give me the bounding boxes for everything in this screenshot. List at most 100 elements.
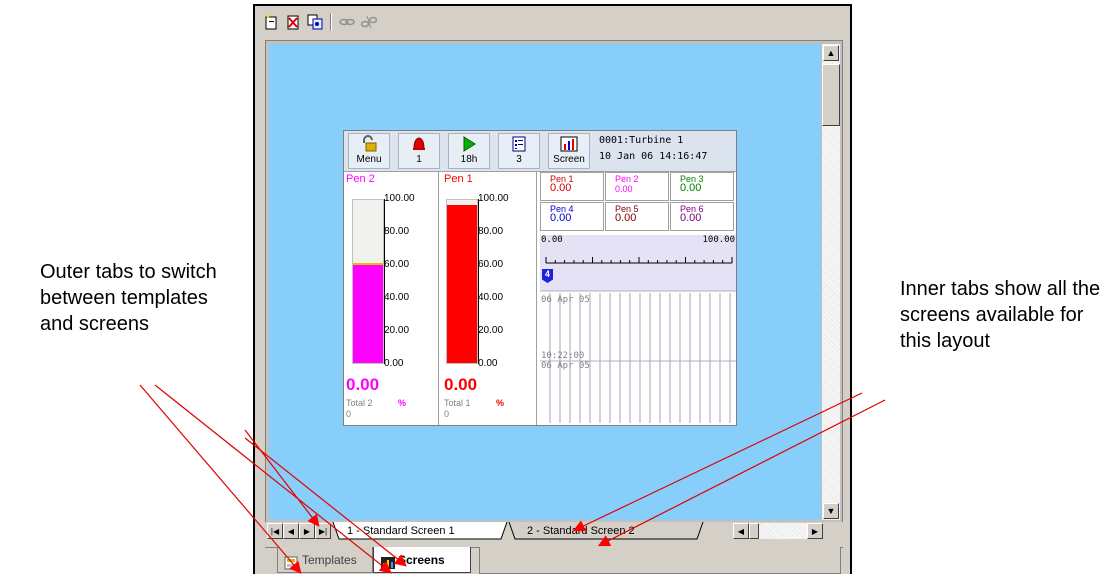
inner-screen-tabs: |◀ ◀ ▶ ▶| 1 - Standard Screen 1 2 - Stan… [265,522,843,540]
device-info: 0001:Turbine 1 10 Jan 06 14:16:47 [599,133,707,165]
toolbar [261,10,379,34]
link-icon[interactable] [337,12,357,32]
padlock-icon [349,134,389,154]
tab-screens[interactable]: Screens [373,547,471,573]
total-label: Total 1 [444,398,471,408]
total-value: 0 [346,409,352,419]
delete-icon[interactable] [283,12,303,32]
play-icon [449,134,489,154]
digital-pen-1: Pen 1 0.00 [540,172,604,201]
tick-label: 20.00 [384,325,410,336]
bar-value: 0.00 [346,375,380,394]
tick-label: 100.00 [384,193,415,204]
new-icon[interactable] [261,12,281,32]
bar-scale-axis [478,199,479,364]
scroll-down-icon[interactable]: ▼ [823,503,839,519]
tick-label: 0.00 [478,358,498,369]
tab-standard-screen-1[interactable]: 1 - Standard Screen 1 [347,523,455,539]
annotation-inner-tabs: Inner tabs show all the screens availabl… [900,278,1101,352]
scrollbar-thumb[interactable] [822,64,840,126]
prev-tab-icon[interactable]: ◀ [283,523,299,539]
screen-canvas-frame: Menu 1 18h 3 Screen 0001:Turbine 1 10 Ja… [265,40,843,540]
bar-track [352,199,384,364]
digital-pen-2: Pen 2 0.00 [605,172,669,201]
tick-label: 80.00 [384,226,410,237]
duration-button[interactable]: 18h [448,133,490,169]
bar-graph-pen-1: Pen 1 100.00 80.00 60.00 40.00 20.00 0.0… [442,172,537,425]
screen-designer-window: Menu 1 18h 3 Screen 0001:Turbine 1 10 Ja… [253,4,852,574]
toolbar-separator [330,13,332,31]
unit-label: % [398,398,407,408]
unlink-icon[interactable] [359,12,379,32]
tab-standard-screen-2[interactable]: 2 - Standard Screen 2 [527,523,635,539]
annotation-outer-tabs: Outer tabs to switch between templates a… [40,261,217,335]
tick-label: 60.00 [478,259,504,270]
unit-label: % [496,398,505,408]
first-tab-icon[interactable]: |◀ [267,523,283,539]
bar-value: 0.00 [444,375,478,394]
copy-icon[interactable] [305,12,325,32]
horizontal-scrollbar[interactable]: ◀ ▶ [733,523,823,539]
menu-label: Menu [356,154,382,165]
bar-fill [353,263,383,363]
scroll-left-icon[interactable]: ◀ [733,523,749,539]
list-icon [499,134,539,154]
tab-screens-label: Screens [398,553,445,567]
alarm-button[interactable]: 1 [398,133,440,169]
tick-label: 60.00 [384,259,410,270]
next-tab-icon[interactable]: ▶ [299,523,315,539]
pen-value: 0.00 [550,182,572,194]
screen-button[interactable]: Screen [548,133,590,169]
vertical-scrollbar[interactable]: ▲ ▼ [822,44,840,520]
chart-date-label: 06 Apr 05 [541,361,590,371]
tab-templates[interactable]: Templates [277,547,373,573]
scroll-right-icon[interactable]: ▶ [807,523,823,539]
pen-value: 0.00 [680,212,702,224]
screens-icon [380,553,396,579]
duration-label: 18h [460,154,478,165]
tick-label: 100.00 [478,193,509,204]
device-name: 0001:Turbine 1 [599,135,684,146]
pen-name: Pen 2 [615,174,639,184]
bar-track [446,199,478,364]
tick-label: 40.00 [478,292,504,303]
trend-chart-graphic [540,235,736,423]
screen-canvas[interactable]: Menu 1 18h 3 Screen 0001:Turbine 1 10 Ja… [269,44,821,520]
menu-button[interactable]: Menu [348,133,390,169]
scale-max-label: 100.00 [702,235,735,245]
alarm-count: 1 [416,154,422,165]
last-tab-icon[interactable]: ▶| [315,523,331,539]
outer-tabs-empty-area [479,547,841,574]
messages-button[interactable]: 3 [498,133,540,169]
device-datetime: 10 Jan 06 14:16:47 [599,151,708,162]
screen-icon [549,134,589,154]
digital-pen-3: Pen 3 0.00 [670,172,734,201]
hscroll-thumb[interactable] [749,523,759,539]
tick-label: 80.00 [478,226,504,237]
alarm-bell-icon [399,134,439,154]
digital-pen-4: Pen 4 0.00 [540,202,604,231]
recorder-screen-preview: Menu 1 18h 3 Screen 0001:Turbine 1 10 Ja… [343,130,737,426]
tick-label: 40.00 [384,292,410,303]
digital-pen-6: Pen 6 0.00 [670,202,734,231]
total-value: 0 [444,409,450,419]
bar-pen-label: Pen 1 [444,173,473,185]
scale-min-label: 0.00 [541,235,563,245]
pen-value: 0.00 [615,184,633,194]
digital-pen-5: Pen 5 0.00 [605,202,669,231]
bar-graph-pen-2: Pen 2 100.00 80.00 60.00 40.00 20.00 0.0… [344,172,439,425]
templates-icon [284,553,298,579]
screen-label: Screen [553,154,585,165]
chart-date-label: 06 Apr 05 [541,295,590,305]
bar-fill [447,205,477,363]
outer-tabs: Templates Screens [265,547,843,576]
tab-templates-label: Templates [302,553,357,567]
pen-value: 0.00 [615,212,637,224]
tick-label: 0.00 [384,358,404,369]
tick-label: 20.00 [478,325,504,336]
total-label: Total 2 [346,398,373,408]
trend-chart: 0.00 100.00 4 06 Apr 05 10:22:00 06 Apr … [540,235,736,425]
messages-count: 3 [516,154,522,165]
pen-value: 0.00 [680,182,702,194]
scroll-up-icon[interactable]: ▲ [823,45,839,61]
